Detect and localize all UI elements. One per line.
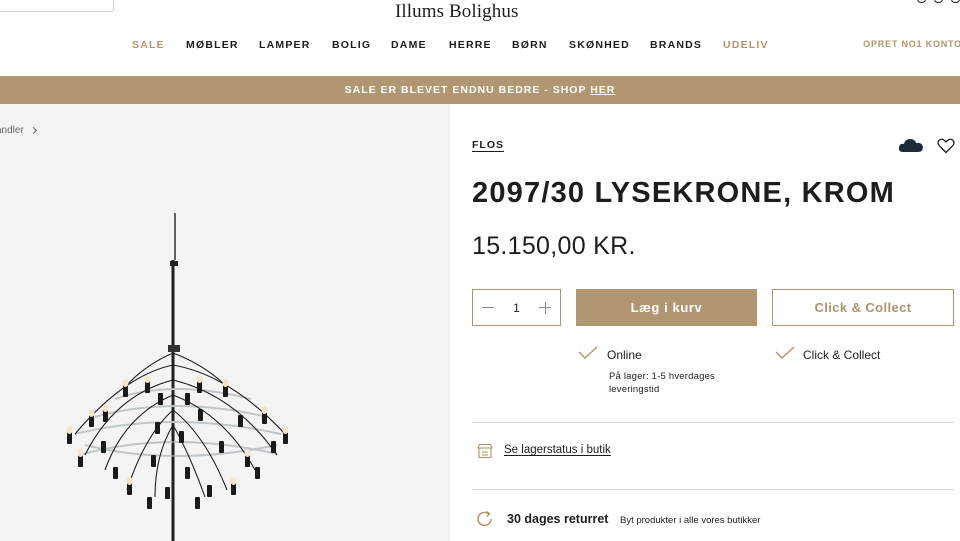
check-icon	[578, 346, 598, 359]
plus-icon[interactable]	[538, 301, 552, 315]
breadcrumb-item[interactable]: andler	[0, 125, 24, 136]
chevron-right-icon	[29, 126, 37, 135]
store-icon	[477, 443, 493, 459]
product-image	[66, 213, 289, 541]
brand-link[interactable]: FLOS	[472, 139, 504, 151]
cart-icon[interactable]	[951, 0, 960, 3]
check-icon	[775, 346, 795, 359]
return-icon	[477, 510, 492, 527]
product-title: 2097/30 LYSEKRONE, KROM	[472, 177, 896, 209]
quantity-stepper[interactable]: 1	[472, 289, 561, 326]
nav-item-sale[interactable]: SALE	[132, 39, 165, 51]
returns-title: 30 dages returret	[507, 512, 609, 526]
main-nav: SALE MØBLER LAMPER BOLIG DAME HERRE BØRN…	[0, 39, 960, 51]
nav-item-bolig[interactable]: BOLIG	[332, 39, 371, 51]
product-price: 15.150,00 KR.	[472, 232, 636, 260]
availability-online-detail: På lager: 1-5 hverdages leveringstid	[609, 371, 715, 395]
add-to-cart-button[interactable]: Læg i kurv	[576, 289, 757, 326]
wishlist-icon[interactable]	[934, 0, 943, 3]
nav-item-mobler[interactable]: MØBLER	[186, 39, 239, 51]
nav-item-lamper[interactable]: LAMPER	[259, 39, 311, 51]
availability-cc-label: Click & Collect	[803, 348, 881, 362]
store-stock-link[interactable]: Se lagerstatus i butik	[504, 444, 611, 456]
logo[interactable]: Illums Bolighus	[395, 1, 518, 23]
search-box[interactable]	[0, 0, 114, 12]
nav-item-brands[interactable]: BRANDS	[650, 39, 702, 51]
click-collect-button[interactable]: Click & Collect	[772, 289, 954, 326]
breadcrumb: andler	[0, 125, 37, 136]
account-icon[interactable]	[917, 0, 926, 3]
nav-item-herre[interactable]: HERRE	[449, 39, 492, 51]
promo-banner[interactable]: SALE ER BLEVET ENDNU BEDRE - SHOP HER	[0, 76, 960, 104]
cloud-icon	[898, 139, 923, 152]
returns-subtitle: Byt produkter i alle vores butikker	[620, 515, 761, 526]
nav-item-born[interactable]: BØRN	[512, 39, 548, 51]
nav-item-udeliv[interactable]: UDELIV	[723, 39, 769, 51]
divider	[472, 489, 954, 490]
divider	[472, 422, 954, 423]
heart-icon[interactable]	[937, 138, 955, 154]
header-icons	[917, 0, 960, 3]
quantity-value[interactable]: 1	[513, 301, 520, 315]
banner-text: SALE ER BLEVET ENDNU BEDRE - SHOP	[344, 84, 591, 96]
create-account-link[interactable]: OPRET NO1 KONTO	[863, 39, 960, 49]
banner-link[interactable]: HER	[590, 84, 615, 96]
minus-icon[interactable]	[481, 301, 495, 315]
availability-online-label: Online	[607, 348, 642, 362]
nav-item-dame[interactable]: DAME	[391, 39, 427, 51]
nav-item-skonhed[interactable]: SKØNHED	[569, 39, 630, 51]
